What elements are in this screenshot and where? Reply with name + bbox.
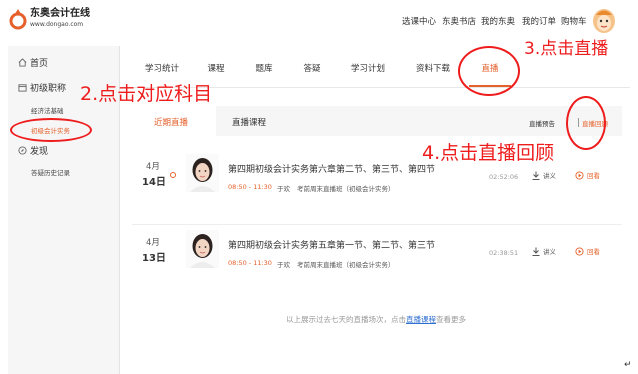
- subtab-live-courses[interactable]: 直播课程: [232, 116, 266, 128]
- nav-course-center[interactable]: 选课中心: [402, 15, 436, 27]
- link-live-preview[interactable]: 直播预告: [529, 118, 555, 128]
- home-icon: [18, 58, 27, 67]
- sidebar-level-label: 初级职称: [30, 84, 67, 94]
- row-divider: [132, 224, 622, 225]
- replay-button[interactable]: 回看: [575, 170, 600, 180]
- session-time: 08:50 - 11:30: [228, 183, 272, 191]
- nav-my-dongao[interactable]: 我的东奥: [481, 15, 515, 27]
- logo-url: www.dongao.com: [30, 21, 84, 28]
- return-mark: ↵: [624, 360, 632, 370]
- session-day: 13日: [142, 253, 166, 264]
- download-icon: [532, 247, 540, 256]
- footer-note: 以上展示过去七天的直播场次，点击直播课程查看更多: [286, 314, 466, 325]
- session-time: 08:50 - 11:30: [228, 259, 272, 267]
- compass-icon: [18, 146, 27, 155]
- session-title[interactable]: 第四期初级会计实务第六章第二节、第三节、第四节: [228, 162, 435, 175]
- nav-bookstore[interactable]: 东奥书店: [442, 15, 476, 27]
- logo-icon[interactable]: [9, 8, 27, 30]
- sidebar-item-economic-law[interactable]: 经济法基础: [31, 105, 64, 115]
- live-subtabs: 近期直播 直播课程 直播预告 直播回顾: [132, 106, 622, 136]
- tab-study-stats[interactable]: 学习统计: [145, 62, 179, 74]
- subtab-recent-live[interactable]: 近期直播: [154, 116, 188, 128]
- replay-label: 回看: [587, 172, 600, 180]
- download-label: 讲义: [543, 172, 556, 180]
- footer-live-courses-link[interactable]: 直播课程: [406, 315, 436, 324]
- session-month: 4月: [146, 238, 160, 248]
- nav-cart[interactable]: 购物车: [561, 15, 587, 27]
- sidebar-discover[interactable]: 发现: [18, 144, 48, 157]
- user-avatar[interactable]: [592, 6, 616, 34]
- teacher-avatar: [186, 230, 219, 268]
- today-dot-icon: [170, 172, 176, 178]
- tab-downloads[interactable]: 资料下载: [416, 62, 450, 74]
- session-teacher: 于欢: [277, 261, 290, 269]
- teacher-avatar: [186, 154, 219, 192]
- tab-study-plan[interactable]: 学习计划: [351, 62, 385, 74]
- session-month: 4月: [146, 162, 160, 172]
- replay-button[interactable]: 回看: [575, 246, 600, 256]
- annotation-step-4: 4.点击直播回顾: [422, 142, 555, 164]
- download-icon: [532, 171, 540, 180]
- annotation-circle-replay: [566, 96, 606, 150]
- folder-icon: [18, 84, 27, 92]
- sidebar-home[interactable]: 首页: [18, 56, 48, 69]
- annotation-step-3: 3.点击直播: [524, 39, 609, 59]
- replay-icon: [575, 246, 584, 256]
- annotation-circle-subject: [10, 118, 92, 142]
- annotation-step-2: 2.点击对应科目: [80, 83, 213, 105]
- sidebar-item-qa-history[interactable]: 答疑历史记录: [31, 167, 70, 177]
- download-notes-button[interactable]: 讲义: [532, 246, 556, 256]
- logo-name[interactable]: 东奥会计在线: [30, 8, 90, 19]
- annotation-circle-live-tab: [458, 46, 520, 96]
- download-label: 讲义: [543, 248, 556, 256]
- nav-my-orders[interactable]: 我的订单: [522, 15, 556, 27]
- list-item: 4月 13日 第四期初级会计实务第五章第一节、第二节、第三节 08:50 - 1…: [132, 226, 622, 290]
- replay-label: 回看: [587, 248, 600, 256]
- session-class: 考前周末直播班（初级会计实务）: [297, 185, 395, 193]
- session-class: 考前周末直播班（初级会计实务）: [297, 261, 395, 269]
- session-day: 14日: [142, 177, 166, 188]
- sidebar-home-label: 首页: [30, 59, 49, 69]
- replay-icon: [575, 170, 584, 180]
- sidebar-level[interactable]: 初级职称: [18, 81, 66, 94]
- session-duration: 02:52:06: [489, 173, 519, 181]
- sidebar-discover-label: 发现: [30, 147, 49, 157]
- tab-courses[interactable]: 课程: [207, 62, 224, 74]
- footer-prefix: 以上展示过去七天的直播场次，点击: [286, 315, 406, 324]
- download-notes-button[interactable]: 讲义: [532, 170, 556, 180]
- session-teacher: 于欢: [277, 185, 290, 193]
- session-title[interactable]: 第四期初级会计实务第五章第一节、第二节、第三节: [228, 238, 435, 251]
- session-duration: 02:38:51: [489, 249, 519, 257]
- tab-question-bank[interactable]: 题库: [255, 62, 272, 74]
- tab-qa[interactable]: 答疑: [303, 62, 320, 74]
- footer-suffix: 查看更多: [436, 315, 466, 324]
